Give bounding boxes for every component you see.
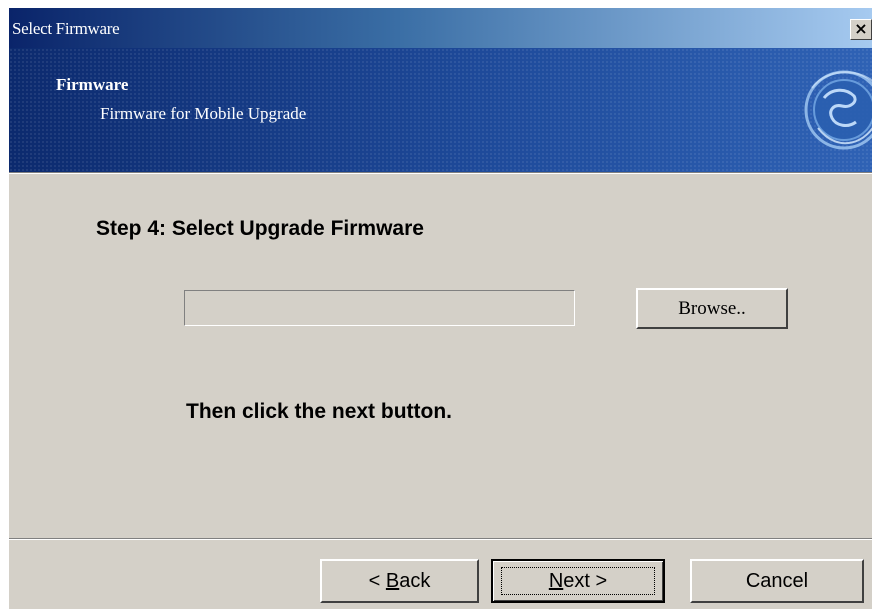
banner-subtitle: Firmware for Mobile Upgrade <box>100 104 307 123</box>
browse-button[interactable]: Browse.. <box>636 288 788 329</box>
next-button[interactable]: Next > <box>491 559 665 603</box>
header-banner: Firmware Firmware for Mobile Upgrade <box>9 48 872 172</box>
close-icon: × <box>854 19 868 38</box>
back-prefix: < <box>368 570 386 592</box>
focus-rectangle <box>501 567 655 595</box>
firmware-path-input[interactable] <box>184 290 575 326</box>
back-button[interactable]: < Back <box>320 559 479 603</box>
title-bar[interactable]: Select Firmware × <box>9 8 872 48</box>
footer-divider <box>9 538 872 540</box>
close-button[interactable]: × <box>850 19 872 40</box>
back-mnemonic: B <box>385 570 400 592</box>
window-title: Select Firmware <box>12 19 120 38</box>
step-title: Step 4: Select Upgrade Firmware <box>96 217 424 240</box>
back-label-rest: ack <box>399 570 431 592</box>
globe-icon <box>804 70 872 150</box>
banner-divider <box>9 172 872 174</box>
wizard-window: Select Firmware × Firmware Firmware for … <box>9 8 872 609</box>
banner-title: Firmware <box>56 75 129 94</box>
instruction-text: Then click the next button. <box>186 400 453 423</box>
cancel-button[interactable]: Cancel <box>690 559 864 603</box>
